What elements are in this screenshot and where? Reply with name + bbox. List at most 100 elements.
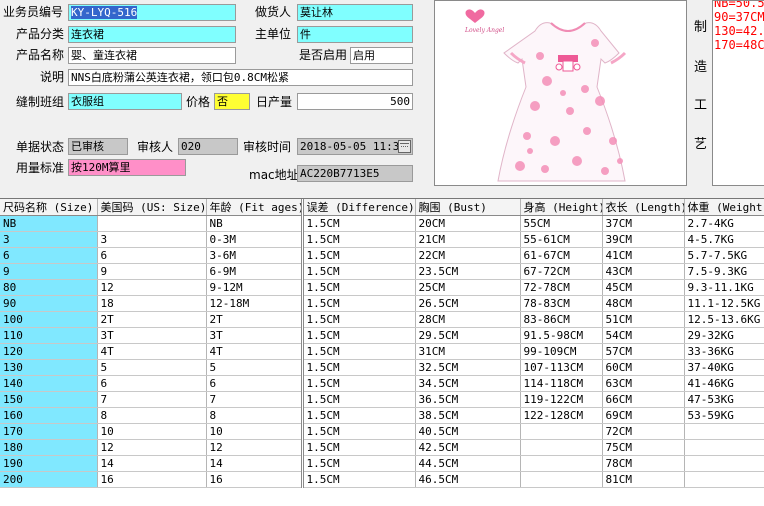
table-cell[interactable]: 7.5-9.3KG [684,263,764,280]
table-cell[interactable]: 9.3-11.1KG [684,279,764,296]
table-cell[interactable]: 12 [97,439,207,456]
table-cell[interactable]: 1.5CM [300,215,416,232]
table-cell[interactable]: 51CM [602,311,685,328]
table-cell[interactable] [520,471,603,488]
table-cell[interactable]: 5 [206,359,303,376]
mac-field[interactable]: AC220B7713E5 [297,165,413,182]
table-cell[interactable]: 130 [0,359,98,376]
column-header[interactable]: 尺码名称 (Size) [0,199,98,216]
table-cell[interactable]: 16 [97,471,207,488]
table-cell[interactable]: 42.5CM [415,439,521,456]
table-cell[interactable]: 114-118CM [520,375,603,392]
table-cell[interactable]: 22CM [415,247,521,264]
table-cell[interactable]: 140 [0,375,98,392]
table-cell[interactable]: 14 [206,455,303,472]
product-name-field[interactable]: 婴、童连衣裙 [68,47,236,64]
description-field[interactable]: NNS白底粉蒲公英连衣裙，领口包0.8CM松紧 [68,69,413,86]
table-cell[interactable]: 9 [97,263,207,280]
table-cell[interactable]: 55CM [520,215,603,232]
table-cell[interactable]: 1.5CM [300,359,416,376]
table-cell[interactable]: 1.5CM [300,455,416,472]
table-cell[interactable] [520,439,603,456]
table-cell[interactable]: 110 [0,327,98,344]
table-cell[interactable]: 7 [97,391,207,408]
table-row[interactable]: 190 14 14 1.5CM 44.5CM 78CM [0,455,764,472]
table-cell[interactable]: 25CM [415,279,521,296]
sample-maker-field[interactable]: 莫让林 [297,4,413,21]
table-cell[interactable]: 1.5CM [300,231,416,248]
table-cell[interactable] [684,423,764,440]
table-cell[interactable]: 1.5CM [300,327,416,344]
table-cell[interactable]: 9-12M [206,279,303,296]
table-cell[interactable]: 3 [97,231,207,248]
table-cell[interactable]: 0-3M [206,231,303,248]
column-header[interactable]: 误差 (Difference) [300,199,416,216]
table-row[interactable]: 200 16 16 1.5CM 46.5CM 81CM [0,471,764,488]
table-cell[interactable]: 3 [0,231,98,248]
table-cell[interactable]: 37-40KG [684,359,764,376]
table-cell[interactable] [520,423,603,440]
table-cell[interactable]: 8 [206,407,303,424]
table-cell[interactable]: 40.5CM [415,423,521,440]
table-cell[interactable]: 12-18M [206,295,303,312]
table-row[interactable]: 80 12 9-12M 1.5CM 25CM 72-78CM 45CM 9.3-11.1KG [0,279,764,296]
table-cell[interactable]: 81CM [602,471,685,488]
table-cell[interactable]: 20CM [415,215,521,232]
table-cell[interactable]: 12.5-13.6KG [684,311,764,328]
table-cell[interactable]: 21CM [415,231,521,248]
table-cell[interactable]: 5 [97,359,207,376]
table-cell[interactable]: 91.5-98CM [520,327,603,344]
table-cell[interactable]: 5.7-7.5KG [684,247,764,264]
table-cell[interactable]: 100 [0,311,98,328]
table-cell[interactable]: 119-122CM [520,391,603,408]
table-cell[interactable]: 1.5CM [300,247,416,264]
table-cell[interactable]: 34.5CM [415,375,521,392]
table-cell[interactable]: 2.7-4KG [684,215,764,232]
table-row[interactable]: 160 8 8 1.5CM 38.5CM 122-128CM 69CM 53-59KG [0,407,764,424]
category-field[interactable]: 连衣裙 [68,26,236,43]
daily-output-field[interactable]: 500 [297,93,413,110]
table-cell[interactable]: 61-67CM [520,247,603,264]
table-cell[interactable]: 32.5CM [415,359,521,376]
table-cell[interactable]: 11.1-12.5KG [684,295,764,312]
table-cell[interactable]: 3-6M [206,247,303,264]
table-cell[interactable]: 80 [0,279,98,296]
table-cell[interactable]: 1.5CM [300,263,416,280]
table-cell[interactable]: 7 [206,391,303,408]
table-cell[interactable]: 31CM [415,343,521,360]
price-field[interactable]: 否 [214,93,250,110]
doc-status-field[interactable]: 已审核 [68,138,128,155]
table-cell[interactable]: 150 [0,391,98,408]
table-cell[interactable]: 170 [0,423,98,440]
table-cell[interactable]: 41CM [602,247,685,264]
table-cell[interactable] [684,439,764,456]
table-cell[interactable]: 33-36KG [684,343,764,360]
table-cell[interactable]: 72CM [602,423,685,440]
table-cell[interactable]: 39CM [602,231,685,248]
table-cell[interactable]: 4-5.7KG [684,231,764,248]
table-cell[interactable]: 122-128CM [520,407,603,424]
table-cell[interactable]: 1.5CM [300,407,416,424]
size-table[interactable]: 尺码名称 (Size) 美国码 (US: Size) 年龄 (Fit ages)… [0,198,764,506]
table-cell[interactable]: 44.5CM [415,455,521,472]
table-cell[interactable]: 29.5CM [415,327,521,344]
table-cell[interactable] [520,455,603,472]
table-row[interactable]: 180 12 12 1.5CM 42.5CM 75CM [0,439,764,456]
table-cell[interactable]: 1.5CM [300,295,416,312]
table-cell[interactable]: 4T [206,343,303,360]
table-cell[interactable]: 4T [97,343,207,360]
sewing-group-field[interactable]: 衣服组 [68,93,182,110]
table-cell[interactable] [97,215,207,232]
usage-standard-field[interactable]: 按120M算里 [68,159,186,176]
column-header[interactable]: 年龄 (Fit ages) [206,199,303,216]
table-cell[interactable]: 2T [206,311,303,328]
table-cell[interactable] [684,471,764,488]
table-cell[interactable]: 41-46KG [684,375,764,392]
table-cell[interactable]: 190 [0,455,98,472]
table-cell[interactable]: 72-78CM [520,279,603,296]
table-cell[interactable]: 12 [206,439,303,456]
table-cell[interactable]: 90 [0,295,98,312]
table-cell[interactable]: 1.5CM [300,423,416,440]
table-cell[interactable]: 12 [97,279,207,296]
column-header[interactable]: 身高 (Height) [520,199,603,216]
